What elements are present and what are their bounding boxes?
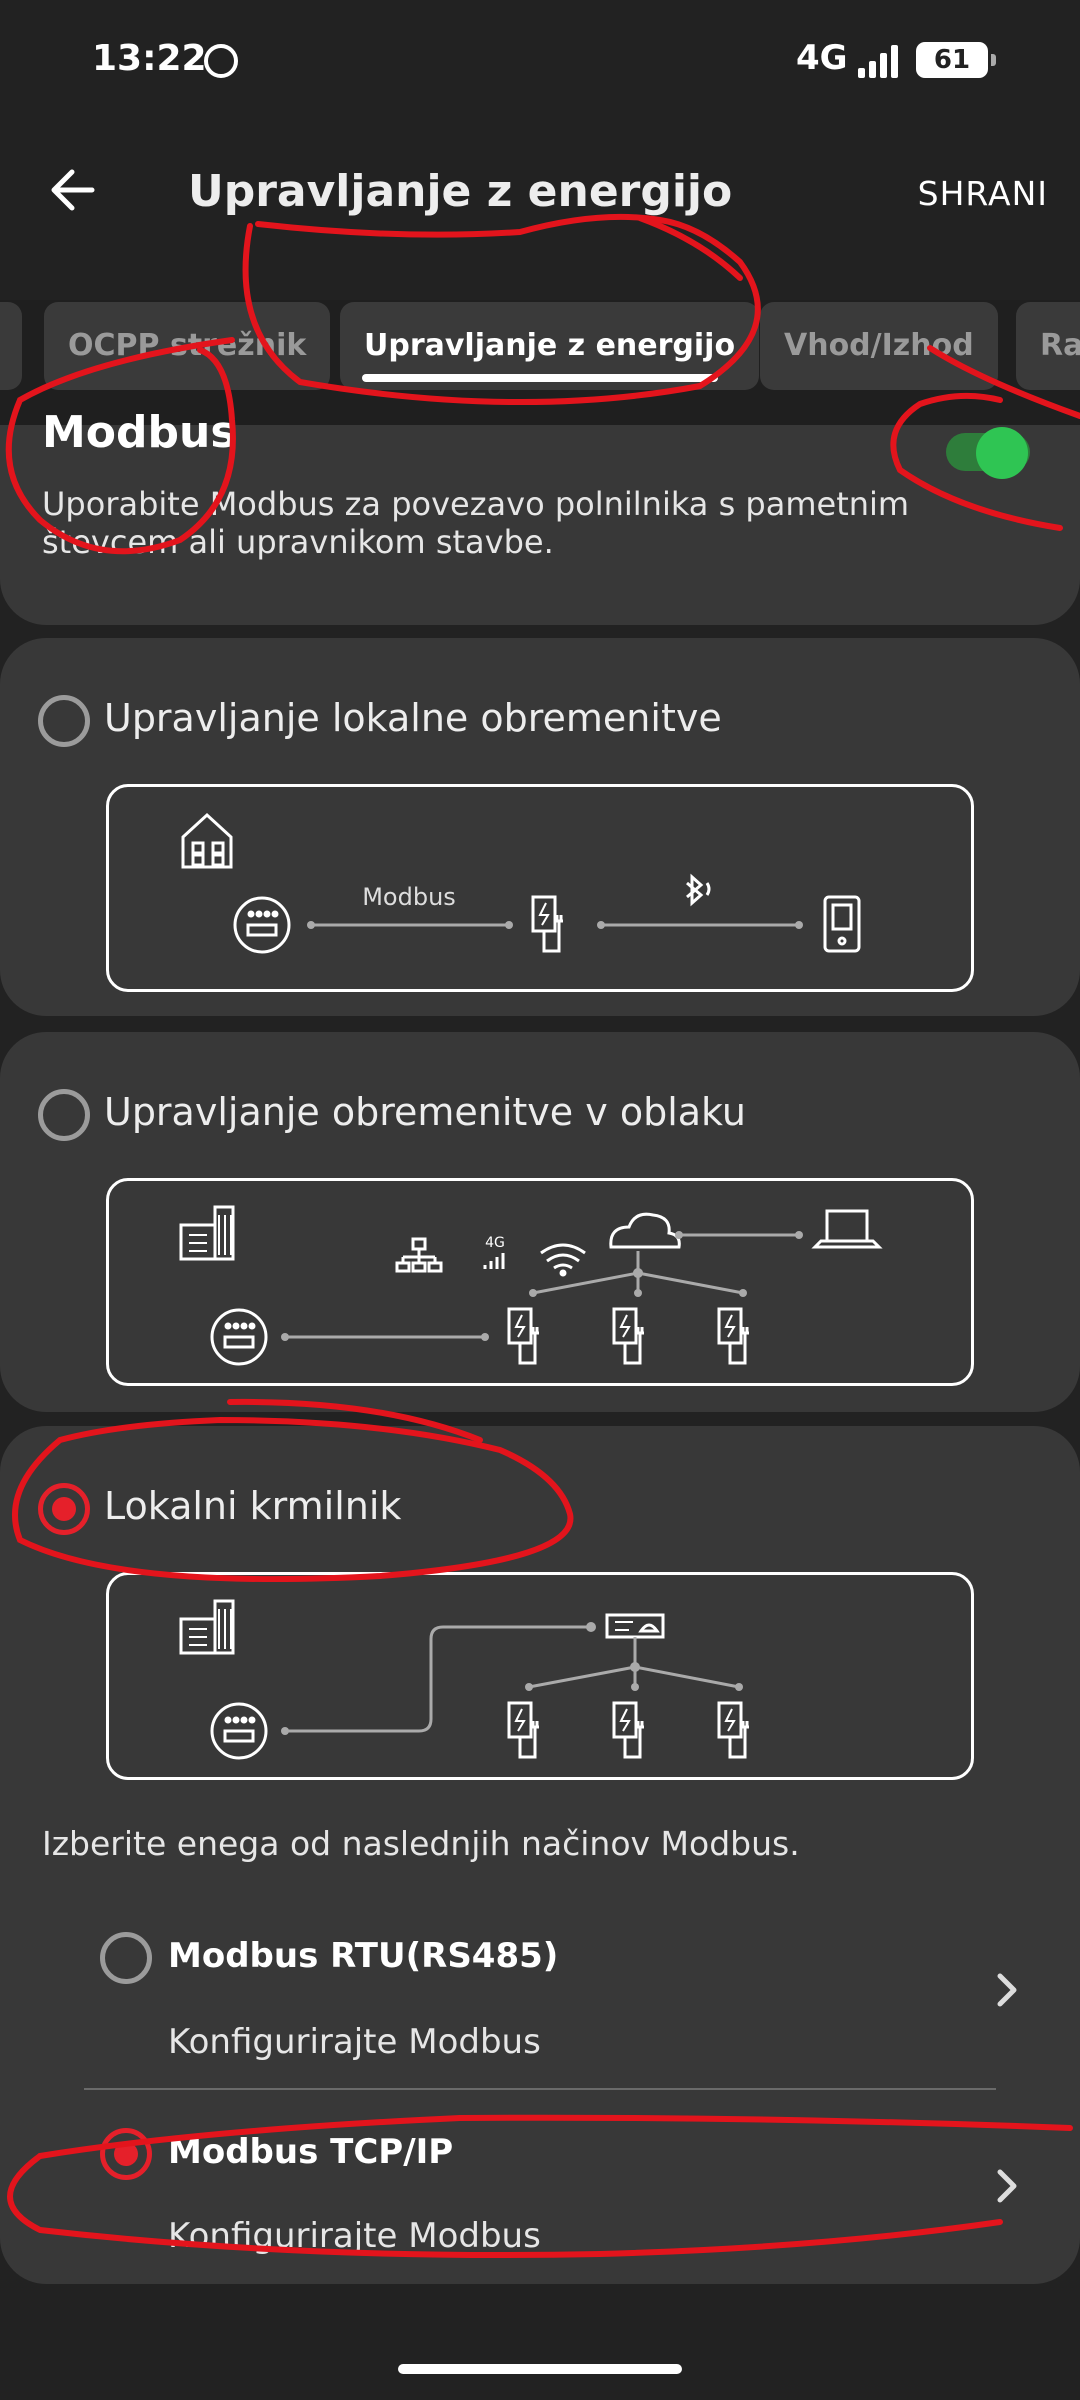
app-bar: Upravljanje z energijo SHRANI	[0, 130, 1080, 260]
tab-next-partial[interactable]: Raz	[1016, 302, 1080, 390]
charger-icon	[717, 1701, 749, 1759]
meter-icon	[233, 896, 291, 954]
local-controller-diagram-graphic	[179, 1599, 749, 1760]
do-not-disturb-icon	[204, 44, 238, 78]
tab-input-output[interactable]: Vhod/Izhod	[760, 302, 998, 390]
radio-local-load[interactable]	[38, 695, 90, 747]
status-time: 13:22	[92, 38, 207, 79]
house-icon	[181, 812, 233, 869]
network-icon	[395, 1237, 443, 1273]
tab-previous-partial[interactable]	[0, 302, 22, 390]
charger-icon	[507, 1307, 539, 1365]
laptop-icon	[811, 1209, 883, 1249]
meter-icon	[210, 1308, 268, 1366]
modbus-rtu-subtitle: Konfigurirajte Modbus	[168, 2022, 541, 2062]
battery-indicator: 61	[916, 42, 996, 78]
modbus-card: Modbus Uporabite Modbus za povezavo poln…	[0, 407, 1080, 625]
active-tab-indicator	[362, 374, 718, 382]
tab-ocpp-server[interactable]: OCPP strežnik	[44, 302, 331, 390]
diagram-cloud-load: 4G	[106, 1178, 974, 1386]
option-label-local-controller: Lokalni krmilnik	[104, 1484, 402, 1528]
meter-icon	[210, 1702, 268, 1760]
cloud-load-diagram-graphic: 4G	[179, 1205, 883, 1366]
modbus-toggle-knob[interactable]	[976, 427, 1028, 479]
save-button[interactable]: SHRANI	[918, 174, 1048, 213]
radio-modbus-rtu[interactable]	[100, 1932, 152, 1984]
option-card-local-controller[interactable]: Lokalni krmilnik Izberite enega od nasle…	[0, 1426, 1080, 2284]
diagram-local-load: Modbus	[106, 784, 974, 992]
radio-cloud-load[interactable]	[38, 1089, 90, 1141]
building-icon	[179, 1599, 235, 1655]
phone-icon	[823, 895, 861, 953]
charger-icon	[612, 1701, 644, 1759]
chevron-right-icon[interactable]	[990, 1968, 1024, 2012]
option-card-cloud-load[interactable]: Upravljanje obremenitve v oblaku 4G	[0, 1032, 1080, 1412]
bluetooth-icon	[686, 873, 711, 907]
network-type: 4G	[796, 38, 848, 78]
modbus-rtu-title[interactable]: Modbus RTU(RS485)	[168, 1936, 558, 1976]
gesture-nav-handle[interactable]	[398, 2364, 682, 2374]
cloud-icon	[609, 1212, 681, 1249]
signal-icon	[858, 45, 898, 78]
modbus-tcp-subtitle: Konfigurirajte Modbus	[168, 2216, 541, 2256]
option-label-local-load: Upravljanje lokalne obremenitve	[104, 696, 722, 740]
status-bar: 13:22 4G 61	[0, 0, 1080, 120]
modbus-title: Modbus	[42, 407, 237, 458]
charger-icon	[717, 1307, 749, 1365]
controller-icon	[605, 1613, 665, 1639]
local-load-diagram-graphic: Modbus	[181, 812, 861, 954]
charger-icon	[507, 1701, 539, 1759]
cellular-icon	[483, 1253, 505, 1269]
charger-icon	[612, 1307, 644, 1365]
4g-label: 4G	[485, 1235, 505, 1251]
modbus-mode-helper: Izberite enega od naslednjih načinov Mod…	[42, 1824, 800, 1863]
radio-local-controller[interactable]	[38, 1483, 90, 1535]
diagram-local-controller	[106, 1572, 974, 1780]
modbus-description: Uporabite Modbus za povezavo polnilnika …	[42, 485, 910, 561]
modbus-link-label: Modbus	[362, 883, 456, 911]
page-title: Upravljanje z energijo	[188, 166, 733, 217]
radio-modbus-tcp[interactable]	[100, 2128, 152, 2180]
modbus-tcp-title[interactable]: Modbus TCP/IP	[168, 2132, 453, 2172]
building-icon	[179, 1205, 235, 1261]
wifi-icon	[540, 1243, 586, 1277]
chevron-right-icon[interactable]	[990, 2164, 1024, 2208]
back-arrow-icon[interactable]	[44, 160, 104, 220]
divider	[84, 2088, 996, 2090]
option-card-local-load[interactable]: Upravljanje lokalne obremenitve Modbus	[0, 638, 1080, 1016]
option-label-cloud-load: Upravljanje obremenitve v oblaku	[104, 1090, 746, 1134]
charger-icon	[531, 895, 563, 953]
